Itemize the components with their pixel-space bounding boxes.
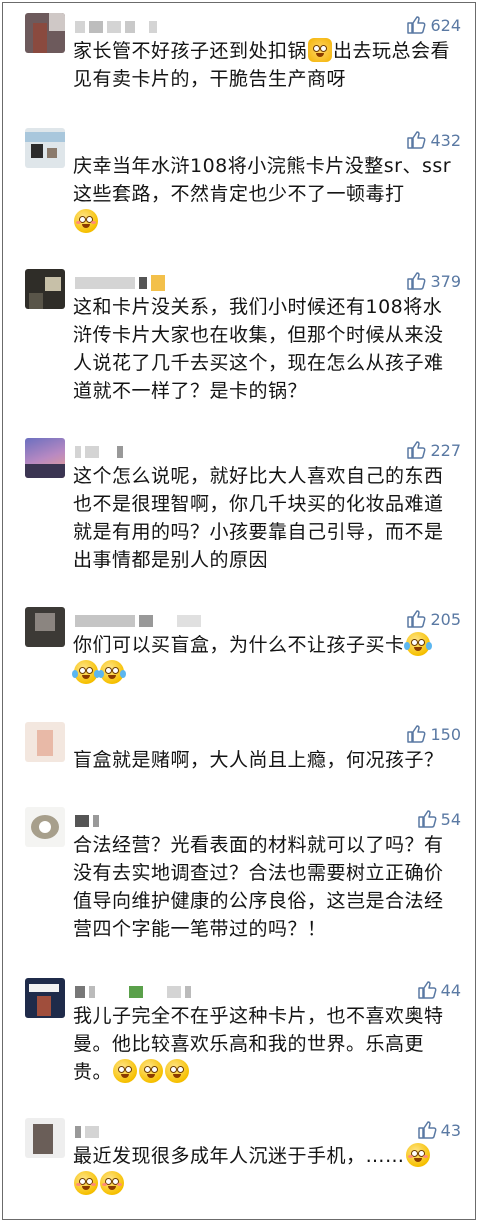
comment-item: 205 你们可以买盲盒，为什么不让孩子买卡 bbox=[3, 607, 477, 707]
blush-smile-icon bbox=[74, 209, 98, 233]
comment-item: 43 最近发现很多成年人沉迷于手机，…… bbox=[3, 1118, 477, 1218]
like-count: 44 bbox=[440, 980, 461, 1000]
like-button[interactable]: 43 bbox=[417, 1120, 461, 1140]
tears-of-joy-icon bbox=[98, 660, 126, 684]
comment-text: 合法经营？光看表面的材料就可以了吗？有没有去实地调查过？合法也需要树立正确价值导… bbox=[73, 834, 444, 940]
like-count: 432 bbox=[430, 130, 461, 150]
thumbs-up-icon bbox=[406, 15, 426, 35]
comment-item: 44 我儿子完全不在乎这种卡片，也不喜欢奥特曼。他比较喜欢乐高和我的世界。乐高更… bbox=[3, 978, 477, 1098]
like-count: 624 bbox=[430, 15, 461, 35]
cat-face-icon bbox=[308, 38, 333, 62]
username[interactable] bbox=[75, 984, 191, 1000]
like-button[interactable]: 44 bbox=[417, 980, 461, 1000]
like-button[interactable]: 150 bbox=[406, 724, 461, 744]
comment-text: 我儿子完全不在乎这种卡片，也不喜欢奥特曼。他比较喜欢乐高和我的世界。乐高更贵。 bbox=[73, 1005, 444, 1083]
comment-text: 盲盒就是赌啊，大人尚且上瘾，何况孩子？ bbox=[73, 749, 444, 771]
thumbs-up-icon bbox=[406, 724, 426, 744]
avatar[interactable] bbox=[25, 1118, 65, 1158]
comment-text: 最近发现很多成年人沉迷于手机，…… bbox=[73, 1142, 461, 1198]
username[interactable] bbox=[75, 19, 157, 35]
like-button[interactable]: 624 bbox=[406, 15, 461, 35]
thumbs-up-icon bbox=[406, 609, 426, 629]
avatar[interactable] bbox=[25, 607, 65, 647]
comment-text: 你们可以买盲盒，为什么不让孩子买卡 bbox=[72, 631, 461, 687]
thumbs-up-icon bbox=[417, 1120, 437, 1140]
thumbs-up-icon bbox=[406, 130, 426, 150]
flushed-face-icon bbox=[139, 1059, 164, 1083]
like-count: 43 bbox=[440, 1120, 461, 1140]
username[interactable] bbox=[75, 613, 201, 629]
like-button[interactable]: 432 bbox=[406, 130, 461, 150]
like-count: 379 bbox=[430, 271, 461, 291]
comment-text: 这个怎么说呢，就好比大人喜欢自己的东西也不是很理智啊，你几千块买的化妆品难道就是… bbox=[73, 465, 444, 571]
tears-of-joy-icon bbox=[403, 632, 432, 656]
username[interactable] bbox=[75, 275, 165, 291]
avatar[interactable] bbox=[25, 978, 65, 1018]
like-count: 54 bbox=[440, 809, 461, 829]
comment-item: 150 盲盒就是赌啊，大人尚且上瘾，何况孩子？ bbox=[3, 722, 477, 807]
comment-item: 432 庆幸当年水浒108将小浣熊卡片没整sr、ssr这些套路，不然肯定也少不了… bbox=[3, 128, 477, 248]
like-button[interactable]: 379 bbox=[406, 271, 461, 291]
flushed-face-icon bbox=[113, 1059, 138, 1083]
comment-list: 624 家长管不好孩子还到处扣锅 出去玩总会看见有卖卡片的，干脆告生产商呀 432… bbox=[2, 2, 476, 1220]
like-button[interactable]: 54 bbox=[417, 809, 461, 829]
avatar[interactable] bbox=[25, 13, 65, 53]
like-button[interactable]: 205 bbox=[406, 609, 461, 629]
avatar[interactable] bbox=[25, 438, 65, 478]
thumbs-up-icon bbox=[417, 980, 437, 1000]
like-count: 227 bbox=[430, 440, 461, 460]
blush-smile-icon bbox=[100, 1171, 124, 1195]
avatar[interactable] bbox=[25, 269, 65, 309]
comment-item: 227 这个怎么说呢，就好比大人喜欢自己的东西也不是很理智啊，你几千块买的化妆品… bbox=[3, 438, 477, 588]
comment-item: 624 家长管不好孩子还到处扣锅 出去玩总会看见有卖卡片的，干脆告生产商呀 bbox=[3, 13, 477, 103]
avatar[interactable] bbox=[25, 807, 65, 847]
username[interactable] bbox=[75, 813, 99, 829]
flushed-face-icon bbox=[165, 1059, 190, 1083]
thumbs-up-icon bbox=[406, 271, 426, 291]
comment-item: 54 合法经营？光看表面的材料就可以了吗？有没有去实地调查过？合法也需要树立正确… bbox=[3, 807, 477, 957]
tears-of-joy-icon bbox=[72, 660, 100, 684]
blush-smile-icon bbox=[74, 1171, 98, 1195]
username[interactable] bbox=[75, 444, 123, 460]
comment-text: 庆幸当年水浒108将小浣熊卡片没整sr、ssr这些套路，不然肯定也少不了一顿毒打 bbox=[73, 152, 461, 236]
username[interactable] bbox=[75, 1124, 99, 1140]
thumbs-up-icon bbox=[417, 809, 437, 829]
blush-smile-icon bbox=[405, 1143, 430, 1167]
avatar[interactable] bbox=[25, 722, 65, 762]
comment-text: 家长管不好孩子还到处扣锅 出去玩总会看见有卖卡片的，干脆告生产商呀 bbox=[73, 38, 451, 90]
thumbs-up-icon bbox=[406, 440, 426, 460]
comment-item: 379 这和卡片没关系，我们小时候还有108将水浒传卡片大家也在收集，但那个时候… bbox=[3, 269, 477, 419]
avatar[interactable] bbox=[25, 128, 65, 168]
like-count: 150 bbox=[430, 724, 461, 744]
comment-text: 这和卡片没关系，我们小时候还有108将水浒传卡片大家也在收集，但那个时候从来没人… bbox=[73, 296, 444, 402]
like-count: 205 bbox=[430, 609, 461, 629]
like-button[interactable]: 227 bbox=[406, 440, 461, 460]
